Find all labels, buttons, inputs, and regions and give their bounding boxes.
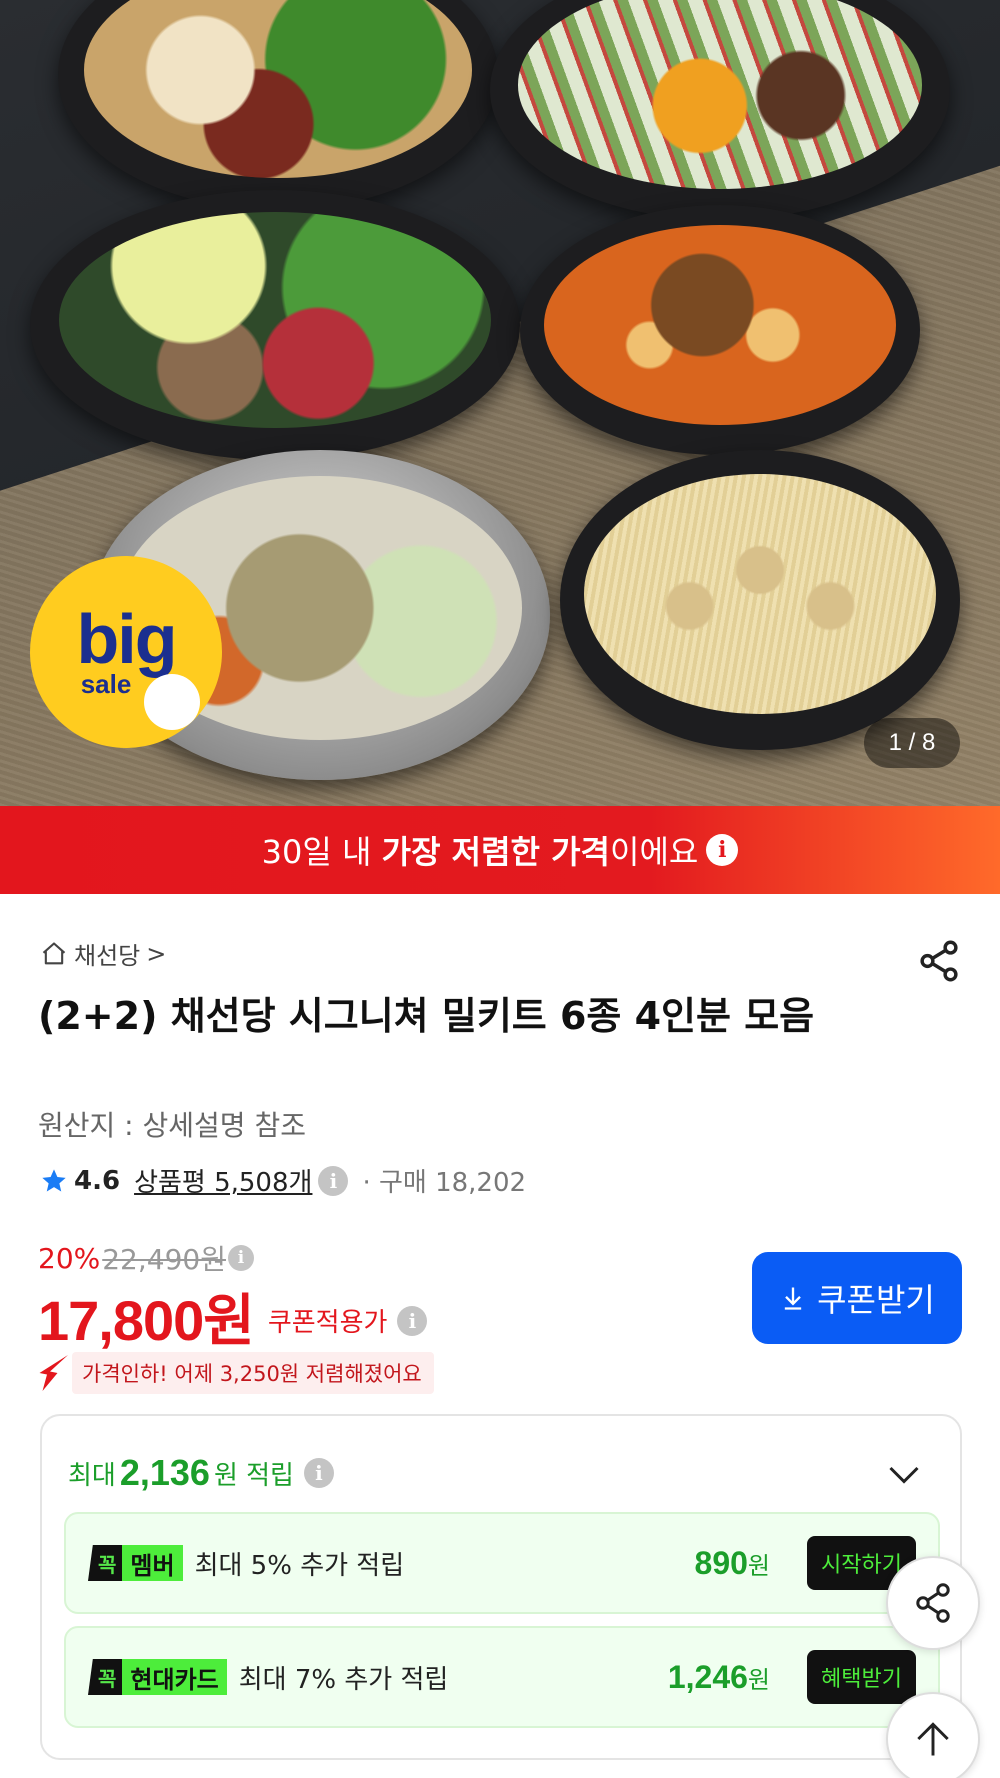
big-sale-badge-sale: sale: [80, 669, 132, 699]
discount-percent: 20%: [38, 1241, 101, 1275]
rewards-box: 최대 2,136 원 적립 i 꼭 멤버 최대 5% 추가 적립 890원 시작…: [40, 1414, 962, 1760]
shop-name: 채선당: [74, 942, 141, 970]
big-sale-badge-big: big: [76, 600, 178, 678]
get-coupon-label: 쿠폰받기: [817, 1281, 935, 1319]
share-icon[interactable]: [916, 938, 962, 984]
lowest-price-banner: 30일 내 가장 저렴한 가격 이에요 i: [0, 806, 1000, 894]
reward-value: 1,246원: [668, 1659, 770, 1696]
purchase-count: · 구매 18,202: [362, 1168, 527, 1198]
rating-score: 4.6: [74, 1165, 121, 1196]
floating-share-button[interactable]: [886, 1556, 980, 1650]
hotpot-dish-3: [30, 190, 520, 460]
image-counter: 1 / 8: [864, 718, 960, 768]
hotpot-dish-2: [490, 0, 950, 220]
scroll-top-button[interactable]: [886, 1692, 980, 1778]
info-icon[interactable]: i: [303, 1458, 334, 1488]
shop-chevron-icon: >: [146, 939, 167, 968]
product-title: (2+2) 채선당 시그니쳐 밀키트 6종 4인분 모음: [38, 994, 815, 1038]
reward-description: 최대 7% 추가 적립: [238, 1664, 449, 1695]
kkok-member-tag: 꼭 멤버: [88, 1545, 183, 1581]
banner-text-prefix: 30일 내: [261, 833, 382, 871]
shop-link[interactable]: 채선당 >: [40, 936, 166, 971]
info-icon[interactable]: i: [318, 1165, 349, 1196]
price-drop-notice: 가격인하! 어제 3,250원 저렴해졌어요: [38, 1352, 434, 1394]
hotpot-dish-4: [520, 205, 920, 455]
rating-row: 4.6 상품평 5,508개 i · 구매 18,202: [40, 1162, 526, 1199]
banner-text-suffix: 이에요: [610, 833, 699, 871]
get-coupon-button[interactable]: 쿠폰받기: [752, 1252, 962, 1344]
reviews-link[interactable]: 상품평 5,508개: [134, 1162, 312, 1199]
price-drop-text: 가격인하! 어제 3,250원 저렴해졌어요: [72, 1352, 434, 1394]
original-price: 22,490원: [102, 1243, 226, 1276]
rewards-head-prefix: 최대: [68, 1460, 116, 1491]
share-icon: [916, 1583, 950, 1623]
coupon-price-label: 쿠폰적용가: [267, 1308, 388, 1338]
download-icon: [784, 1287, 802, 1310]
info-icon[interactable]: i: [397, 1305, 428, 1336]
brand-name: 멤버: [122, 1545, 183, 1581]
reward-row-member: 꼭 멤버 최대 5% 추가 적립 890원 시작하기: [64, 1512, 940, 1614]
sale-price: 17,800원: [38, 1289, 255, 1352]
kkok-tag: 꼭: [88, 1545, 123, 1581]
banner-text-bold: 가장 저렴한 가격: [381, 833, 610, 871]
info-icon[interactable]: i: [706, 834, 739, 866]
kkok-tag: 꼭: [88, 1659, 123, 1695]
hotpot-dish-6: [560, 450, 960, 750]
reward-value-number: 1,246: [667, 1658, 748, 1695]
product-image-carousel[interactable]: big sale 1 / 8: [0, 0, 1000, 806]
big-sale-badge: big sale: [30, 556, 222, 748]
get-benefit-button[interactable]: 혜택받기: [807, 1650, 916, 1704]
rewards-head-suffix: 원 적립: [213, 1460, 294, 1491]
reward-description: 최대 5% 추가 적립: [194, 1550, 405, 1581]
star-icon: [42, 1168, 66, 1191]
kkok-hyundai-card-tag: 꼭 현대카드: [88, 1659, 227, 1695]
bunny-mascot-icon: [144, 674, 200, 730]
reward-value-unit: 원: [747, 1551, 770, 1580]
info-icon[interactable]: i: [227, 1245, 254, 1271]
brand-name: 현대카드: [122, 1659, 227, 1695]
rewards-header[interactable]: 최대 2,136 원 적립 i: [68, 1452, 334, 1494]
reward-value-number: 890: [694, 1544, 748, 1581]
price-row: 17,800원 쿠폰적용가 i: [38, 1276, 428, 1357]
scroll-top-icon: [917, 1722, 949, 1756]
reward-value: 890원: [695, 1545, 770, 1582]
hotpot-dish-1: [58, 0, 498, 210]
rewards-max-amount: 2,136: [119, 1452, 210, 1493]
discount-row: 20% 22,490원 i: [38, 1238, 254, 1278]
home-icon: [42, 941, 66, 964]
price-drop-arrow-icon: [39, 1355, 68, 1391]
chevron-down-icon[interactable]: [886, 1456, 922, 1492]
reward-value-unit: 원: [747, 1665, 770, 1694]
reward-row-hyundai-card: 꼭 현대카드 최대 7% 추가 적립 1,246원 혜택받기: [64, 1626, 940, 1728]
product-origin: 원산지 : 상세설명 참조: [38, 1109, 306, 1142]
